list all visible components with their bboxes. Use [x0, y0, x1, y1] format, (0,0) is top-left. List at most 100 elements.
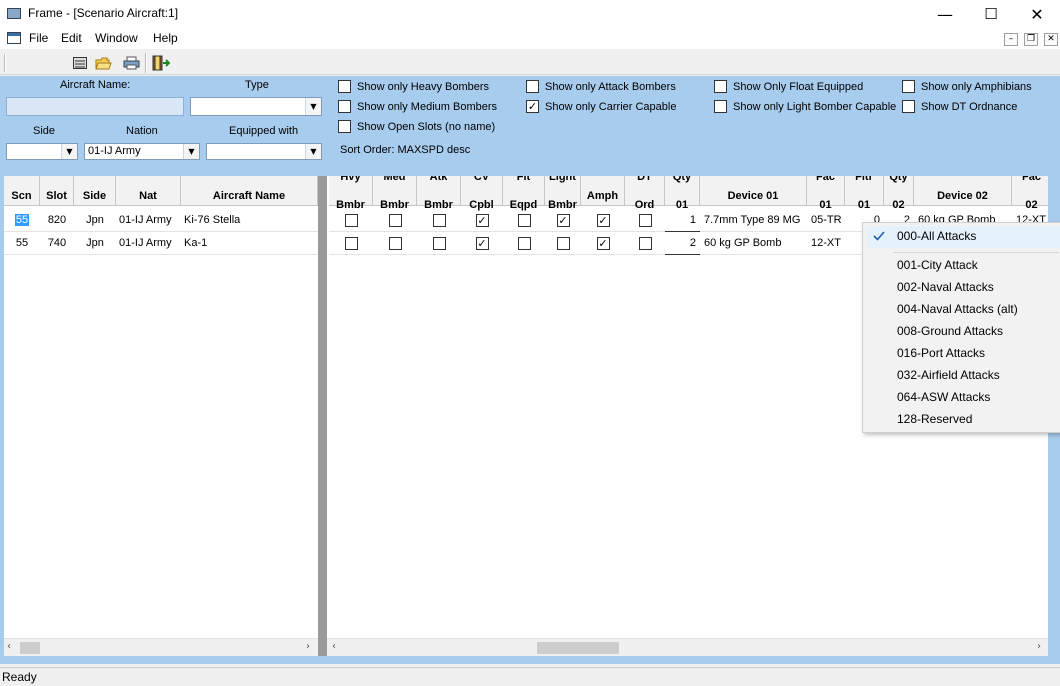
cell-dt-ord[interactable]	[625, 232, 665, 255]
filter-checkbox-row[interactable]: Show only Medium Bombers	[338, 100, 497, 113]
checkbox[interactable]	[338, 80, 351, 93]
cell-med-bmbr[interactable]	[373, 232, 417, 255]
cell-amph[interactable]: ✓	[581, 209, 625, 232]
header-amph[interactable]: Amph	[581, 176, 625, 206]
header-side[interactable]: Side	[74, 176, 116, 206]
cell-slot[interactable]: 820	[40, 209, 74, 232]
header-light-bmbr[interactable]: Light Bmbr	[545, 176, 581, 211]
cell-light-bmbr[interactable]	[545, 232, 581, 255]
cell-fac01[interactable]: 12-XT	[807, 232, 845, 255]
cell-qty01[interactable]: 1	[665, 209, 700, 232]
cell-atk-bmbr[interactable]	[417, 209, 461, 232]
filter-checkbox-row[interactable]: ✓ Show only Carrier Capable	[526, 100, 676, 113]
cell-flt-eqpd[interactable]	[503, 209, 545, 232]
cell-med-bmbr[interactable]	[373, 209, 417, 232]
checkbox[interactable]: ✓	[596, 236, 610, 250]
mdi-close-button[interactable]: ✕	[1044, 33, 1058, 46]
menu-file[interactable]: File	[29, 31, 48, 45]
checkbox[interactable]	[338, 100, 351, 113]
dropdown-item-selected[interactable]: 000-All Attacks	[897, 229, 976, 243]
header-med-bmbr[interactable]: Med Bmbr	[373, 176, 417, 211]
cell-flt-eqpd[interactable]	[503, 232, 545, 255]
header-nat[interactable]: Nat	[116, 176, 181, 206]
checkbox[interactable]: ✓	[526, 100, 539, 113]
nation-select[interactable]: 01-IJ Army ▼	[84, 143, 200, 160]
checkbox[interactable]	[556, 236, 570, 250]
filter-checkbox-row[interactable]: Show only Heavy Bombers	[338, 80, 489, 93]
checkbox[interactable]	[526, 80, 539, 93]
checkbox[interactable]	[902, 100, 915, 113]
left-horizontal-scrollbar[interactable]: ‹ ›	[4, 638, 318, 656]
cell-amph[interactable]: ✓	[581, 232, 625, 255]
cell-hvy-bmbr[interactable]	[329, 209, 373, 232]
filter-checkbox-row[interactable]: Show DT Ordnance	[902, 100, 1017, 113]
checkbox[interactable]	[902, 80, 915, 93]
cell-nat[interactable]: 01-IJ Army	[116, 232, 181, 255]
checkbox[interactable]	[638, 236, 652, 250]
scroll-left-icon[interactable]: ‹	[7, 641, 11, 652]
header-scn[interactable]: Scn	[4, 176, 40, 206]
cell-dt-ord[interactable]	[625, 209, 665, 232]
checkbox[interactable]: ✓	[596, 213, 610, 227]
header-fltr-01[interactable]: Fltr 01	[845, 176, 884, 211]
cell-device01[interactable]: 7.7mm Type 89 MG	[700, 209, 807, 232]
cell-atk-bmbr[interactable]	[417, 232, 461, 255]
filter-checkbox-row[interactable]: Show only Light Bomber Capable	[714, 100, 896, 113]
mdi-restore-button[interactable]: ❐	[1024, 33, 1038, 46]
menu-window[interactable]: Window	[95, 31, 138, 45]
checkbox[interactable]: ✓	[475, 236, 489, 250]
checkbox[interactable]: ✓	[475, 213, 489, 227]
cell-side[interactable]: Jpn	[74, 209, 116, 232]
scroll-left-icon[interactable]: ‹	[332, 641, 336, 652]
checkbox[interactable]	[338, 120, 351, 133]
checkbox[interactable]	[432, 213, 446, 227]
checkbox[interactable]	[517, 236, 531, 250]
scroll-thumb[interactable]	[537, 642, 619, 654]
dropdown-item[interactable]: 064-ASW Attacks	[897, 390, 990, 404]
header-qty-01[interactable]: Qty 01	[665, 176, 700, 211]
scroll-right-icon[interactable]: ›	[1037, 641, 1041, 652]
print-icon[interactable]	[122, 54, 140, 72]
cell-cv-cpbl[interactable]: ✓	[461, 209, 503, 232]
checkbox[interactable]	[517, 213, 531, 227]
splitter-bar[interactable]	[318, 176, 327, 656]
header-flt-eqpd[interactable]: Flt Eqpd	[503, 176, 545, 211]
cell-name[interactable]: Ki-76 Stella	[181, 209, 318, 232]
header-cv-cpbl[interactable]: CV Cpbl	[461, 176, 503, 211]
mdi-minimize-button[interactable]: –	[1004, 33, 1018, 46]
dropdown-item[interactable]: 016-Port Attacks	[897, 346, 985, 360]
dropdown-item[interactable]: 008-Ground Attacks	[897, 324, 1003, 338]
aircraft-name-input[interactable]	[6, 97, 184, 116]
checkbox[interactable]	[714, 80, 727, 93]
checkbox[interactable]	[344, 236, 358, 250]
checkbox[interactable]	[388, 213, 402, 227]
checkbox[interactable]	[714, 100, 727, 113]
open-folder-icon[interactable]	[94, 54, 112, 72]
header-device-02[interactable]: Device 02	[914, 176, 1012, 206]
menu-help[interactable]: Help	[153, 31, 178, 45]
header-slot[interactable]: Slot	[40, 176, 74, 206]
scroll-thumb[interactable]	[20, 642, 40, 654]
dropdown-item[interactable]: 032-Airfield Attacks	[897, 368, 1000, 382]
dropdown-item[interactable]: 128-Reserved	[897, 412, 972, 426]
cell-hvy-bmbr[interactable]	[329, 232, 373, 255]
cell-name[interactable]: Ka-1	[181, 232, 318, 255]
cell-side[interactable]: Jpn	[74, 232, 116, 255]
header-fac-02[interactable]: Fac 02	[1012, 176, 1048, 211]
dropdown-item[interactable]: 001-City Attack	[897, 258, 978, 272]
calculator-icon[interactable]	[71, 54, 89, 72]
cell-cv-cpbl[interactable]: ✓	[461, 232, 503, 255]
filter-checkbox-row[interactable]: Show only Attack Bombers	[526, 80, 676, 93]
maximize-button[interactable]: ☐	[968, 0, 1014, 28]
scroll-right-icon[interactable]: ›	[306, 641, 310, 652]
dropdown-item[interactable]: 002-Naval Attacks	[897, 280, 994, 294]
checkbox[interactable]	[388, 236, 402, 250]
menu-edit[interactable]: Edit	[61, 31, 82, 45]
right-horizontal-scrollbar[interactable]: ‹ ›	[327, 638, 1048, 656]
close-button[interactable]: ✕	[1014, 0, 1060, 28]
checkbox[interactable]	[432, 236, 446, 250]
filter-checkbox-row[interactable]: Show only Amphibians	[902, 80, 1032, 93]
checkbox[interactable]: ✓	[556, 213, 570, 227]
cell-slot[interactable]: 740	[40, 232, 74, 255]
filter-checkbox-row[interactable]: Show Open Slots (no name)	[338, 120, 495, 133]
